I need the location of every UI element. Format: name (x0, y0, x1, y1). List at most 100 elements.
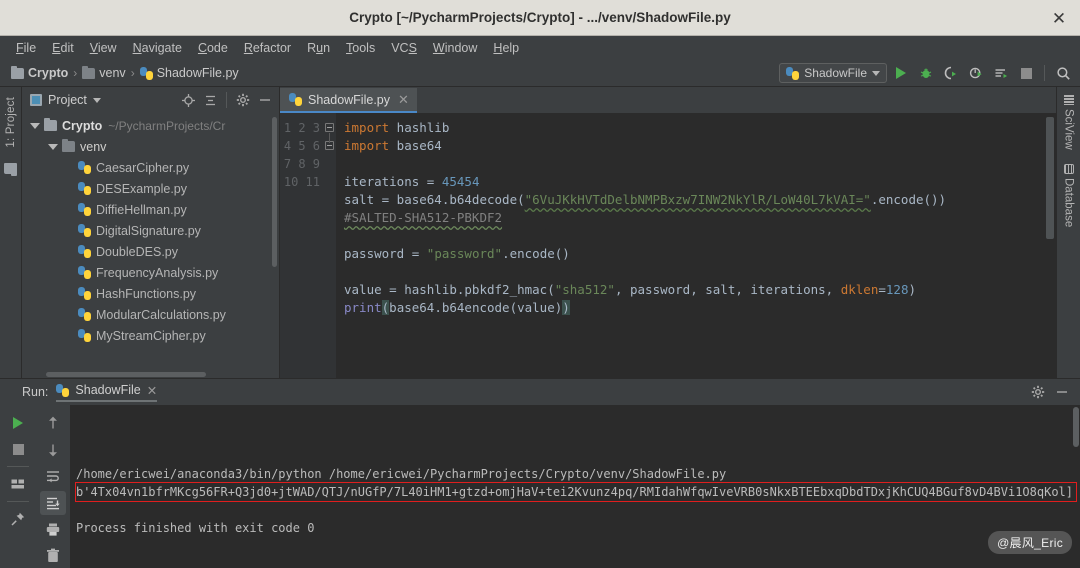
code-folding-column[interactable] (324, 113, 336, 378)
tree-item-crypto[interactable]: Crypto ~/PycharmProjects/Cr (22, 115, 279, 136)
run-with-button[interactable] (990, 63, 1012, 84)
code-value-prefix: value = hashlib.pbkdf2_hmac( (344, 282, 555, 297)
code-salt-string: "6VuJKkHVTdDelbNMPBxzw7INW2NkYlR/LoW40L7… (524, 192, 871, 207)
breadcrumb-folder[interactable]: venv (79, 65, 128, 80)
code-password-string: "password" (426, 246, 503, 261)
menu-tools[interactable]: Tools (338, 37, 383, 59)
close-icon[interactable]: ✕ (398, 92, 409, 108)
tree-item-file[interactable]: HashFunctions.py (22, 283, 279, 304)
menu-view[interactable]: View (82, 37, 125, 59)
tree-item-label: DoubleDES.py (96, 244, 178, 259)
menu-window-label: indow (444, 41, 478, 55)
run-coverage-button[interactable] (940, 63, 962, 84)
console-status-line: Process finished with exit code 0 (76, 521, 315, 535)
sidebar-item-sciview[interactable]: SciView (1063, 93, 1075, 152)
settings-gear-icon (1031, 385, 1045, 399)
menu-run[interactable]: Run (299, 37, 338, 59)
tree-item-file[interactable]: DiffieHellman.py (22, 199, 279, 220)
window-title: Crypto [~/PycharmProjects/Crypto] - .../… (349, 10, 731, 25)
tab-shadowfile[interactable]: ShadowFile.py ✕ (280, 88, 417, 113)
menu-refactor[interactable]: Refactor (236, 37, 299, 59)
tree-item-file[interactable]: DESExample.py (22, 178, 279, 199)
layout-button[interactable] (5, 472, 31, 496)
run-panel-label: Run: (22, 385, 49, 399)
stop-button[interactable] (1015, 63, 1037, 84)
debug-button[interactable] (915, 63, 937, 84)
collapse-all-button[interactable] (200, 90, 220, 110)
tree-item-file[interactable]: MyStreamCipher.py (22, 325, 279, 346)
print-button[interactable] (40, 518, 66, 542)
minimize-icon (260, 99, 270, 101)
clear-all-button[interactable] (40, 544, 66, 568)
sidebar-item-project[interactable]: 1: Project (3, 93, 19, 152)
bug-icon (920, 68, 932, 78)
tree-item-file[interactable]: ModularCalculations.py (22, 304, 279, 325)
sidebar-item-database[interactable]: Database (1063, 162, 1075, 229)
close-icon[interactable]: ✕ (1048, 7, 1070, 29)
run-panel-body: /home/ericwei/anaconda3/bin/python /home… (0, 405, 1080, 568)
scroll-to-end-icon (47, 497, 60, 510)
code-editor[interactable]: 1 2 3 4 5 6 7 8 9 10 11 import hashlib i… (280, 113, 1056, 378)
structure-rail-icon[interactable] (4, 160, 17, 174)
tree-vertical-scrollbar[interactable] (272, 117, 277, 267)
menu-code[interactable]: Code (190, 37, 236, 59)
breadcrumb-file[interactable]: ShadowFile.py (137, 66, 242, 80)
code-iterations-value: 45454 (441, 174, 480, 189)
breadcrumb-project[interactable]: Crypto (8, 65, 71, 80)
menu-refactor-label: efactor (252, 41, 292, 55)
menu-edit[interactable]: Edit (44, 37, 82, 59)
tree-horizontal-scrollbar[interactable] (46, 372, 206, 377)
python-file-icon (78, 161, 91, 174)
run-button[interactable] (890, 63, 912, 84)
menu-file[interactable]: File (8, 37, 44, 59)
project-tree[interactable]: Crypto ~/PycharmProjects/Cr venv CaesarC… (22, 113, 279, 378)
code-dklen-param: dklen (840, 282, 879, 297)
tree-item-path: ~/PycharmProjects/Cr (108, 118, 226, 133)
pin-button[interactable] (5, 507, 31, 531)
hide-panel-button[interactable] (255, 90, 275, 110)
run-console[interactable]: /home/ericwei/anaconda3/bin/python /home… (70, 405, 1080, 568)
tree-item-venv[interactable]: venv (22, 136, 279, 157)
scroll-to-end-button[interactable] (40, 491, 66, 515)
chevron-down-icon[interactable] (92, 97, 101, 103)
stop-button[interactable] (5, 437, 31, 461)
tree-item-file[interactable]: DigitalSignature.py (22, 220, 279, 241)
tree-item-file[interactable]: CaesarCipher.py (22, 157, 279, 178)
gear-icon[interactable] (233, 90, 253, 110)
settings-gear-icon (236, 93, 250, 107)
run-configuration-selector[interactable]: ShadowFile (779, 63, 887, 83)
project-panel-header: Project (22, 87, 279, 113)
tree-item-file[interactable]: FrequencyAnalysis.py (22, 262, 279, 283)
title-bar: Crypto [~/PycharmProjects/Crypto] - .../… (0, 0, 1080, 36)
close-icon[interactable]: ✕ (147, 383, 157, 398)
breadcrumb-folder-label: venv (99, 66, 126, 80)
gear-icon[interactable] (1028, 382, 1048, 402)
locate-file-button[interactable] (178, 90, 198, 110)
soft-wrap-button[interactable] (40, 464, 66, 488)
search-button[interactable] (1052, 63, 1074, 84)
down-arrow-button[interactable] (40, 438, 66, 462)
run-tab-shadowfile[interactable]: ShadowFile ✕ (56, 383, 158, 402)
up-arrow-button[interactable] (40, 411, 66, 435)
profile-button[interactable] (965, 63, 987, 84)
breadcrumb-project-label: Crypto (28, 66, 69, 80)
tree-item-label: HashFunctions.py (96, 286, 197, 301)
console-scrollbar[interactable] (1073, 407, 1079, 447)
menu-help-label: elp (502, 41, 520, 55)
menu-navigate[interactable]: Navigate (125, 37, 190, 59)
code-content[interactable]: import hashlib import base64 iterations … (336, 113, 1040, 378)
console-output-line: b'4Tx04vn1bfrMKcg56FR+Q3jd0+jtWAD/QTJ/nU… (75, 482, 1077, 502)
editor-vertical-scrollbar[interactable] (1046, 117, 1054, 239)
menu-window[interactable]: Window (425, 37, 485, 59)
fold-marker-icon[interactable] (325, 123, 334, 132)
menu-help[interactable]: Help (485, 37, 527, 59)
editor-marker-bar[interactable] (1040, 113, 1056, 378)
database-icon (1063, 163, 1074, 174)
hide-panel-button[interactable] (1052, 382, 1072, 402)
tree-item-file[interactable]: DoubleDES.py (22, 241, 279, 262)
rerun-button[interactable] (5, 411, 31, 435)
navigation-bar: Crypto › venv › ShadowFile.py ShadowFile (0, 60, 1080, 87)
code-print-arg: base64.b64encode(value) (389, 300, 563, 315)
stop-icon (12, 443, 24, 455)
menu-vcs[interactable]: VCS (383, 37, 425, 59)
